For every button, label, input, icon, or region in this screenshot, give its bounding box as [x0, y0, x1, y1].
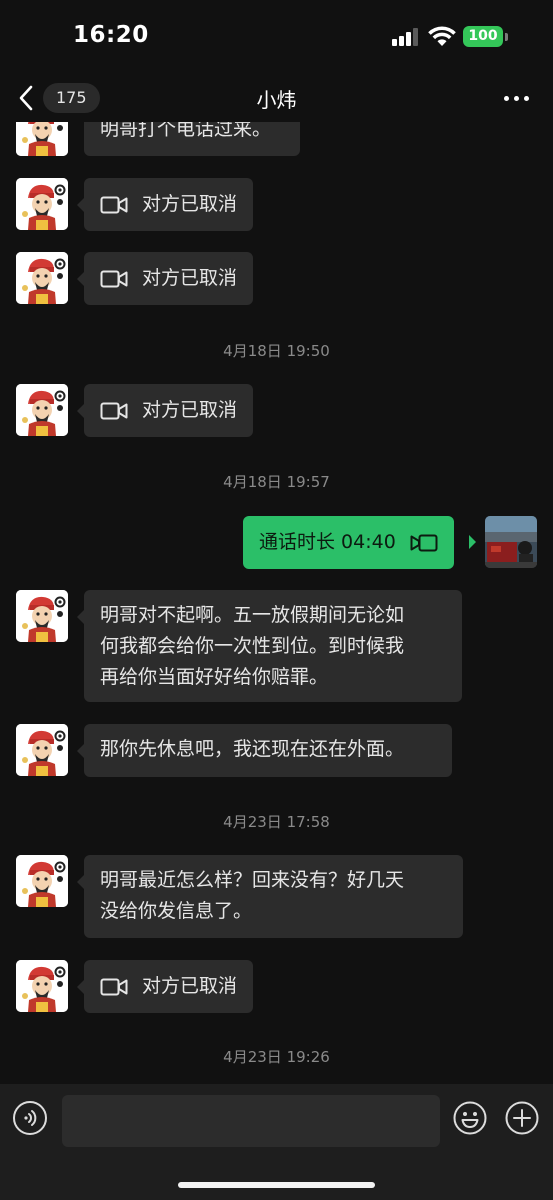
video-camera-icon — [100, 402, 128, 419]
call-status-text: 对方已取消 — [142, 975, 238, 997]
video-camera-icon — [100, 270, 128, 287]
call-status-text: 对方已取消 — [142, 399, 238, 421]
contact-avatar[interactable] — [16, 724, 68, 776]
battery-tip — [505, 33, 508, 41]
more-options-button[interactable] — [500, 88, 534, 108]
message-text: 明哥打个电话过来。 — [100, 122, 272, 140]
message-bubble[interactable]: 明哥打个电话过来。 — [84, 122, 300, 156]
contact-avatar[interactable] — [16, 178, 68, 230]
message-text-line: 再给你当面好好给你赔罪。 — [100, 666, 329, 688]
contact-avatar[interactable] — [16, 960, 68, 1012]
smiley-icon — [453, 1101, 487, 1135]
voice-input-icon — [24, 1110, 37, 1126]
message-text: 那你先休息吧，我还现在还在外面。 — [100, 738, 405, 760]
call-record-bubble-sent[interactable]: 通话时长 04:40 — [243, 516, 454, 569]
contact-avatar[interactable] — [16, 384, 68, 436]
cellular-signal-icon — [392, 28, 422, 46]
message-list[interactable]: 明哥打个电话过来。 对方已取消 对方已取消 4月18日 19:50 对方已取消 … — [0, 122, 553, 1084]
message-text-line: 明哥对不起啊。五一放假期间无论如 — [100, 604, 405, 626]
voice-input-button[interactable] — [13, 1101, 47, 1135]
message-text-line: 何我都会给你一次性到位。到时候我 — [100, 635, 405, 657]
contact-avatar[interactable] — [16, 590, 68, 642]
emoji-button[interactable] — [453, 1101, 487, 1139]
chat-title: 小炜 — [256, 88, 297, 112]
more-dots-icon — [504, 96, 509, 101]
message-bubble[interactable]: 明哥最近怎么样？回来没有？好几天 没给你发信息了。 — [84, 855, 463, 938]
message-text-line: 没给你发信息了。 — [100, 900, 253, 922]
video-camera-icon — [100, 196, 128, 213]
call-duration-text: 通话时长 04:40 — [259, 531, 396, 553]
my-avatar[interactable] — [485, 516, 537, 568]
call-record-bubble[interactable]: 对方已取消 — [84, 252, 254, 305]
home-indicator[interactable] — [178, 1182, 375, 1188]
plus-icon — [505, 1101, 539, 1135]
message-input[interactable] — [62, 1095, 440, 1147]
call-record-bubble[interactable]: 对方已取消 — [84, 960, 254, 1013]
message-bubble[interactable]: 明哥对不起啊。五一放假期间无论如 何我都会给你一次性到位。到时候我 再给你当面好… — [84, 590, 462, 702]
battery-indicator: 100 — [463, 26, 503, 47]
status-bar: 16:20 100 — [0, 0, 553, 74]
call-status-text: 对方已取消 — [142, 267, 238, 289]
more-functions-button[interactable] — [505, 1101, 539, 1139]
video-camera-icon — [410, 534, 438, 551]
wifi-icon — [428, 26, 456, 46]
message-timestamp: 4月23日 19:26 — [223, 1048, 330, 1066]
message-timestamp: 4月18日 19:57 — [223, 473, 330, 491]
contact-avatar[interactable] — [16, 855, 68, 907]
message-timestamp: 4月23日 17:58 — [223, 813, 330, 831]
call-record-bubble[interactable]: 对方已取消 — [84, 384, 254, 437]
message-bubble[interactable]: 那你先休息吧，我还现在还在外面。 — [84, 724, 452, 777]
call-record-bubble[interactable]: 对方已取消 — [84, 178, 254, 231]
video-camera-icon — [100, 978, 128, 995]
more-dots-icon — [524, 96, 529, 101]
message-timestamp: 4月18日 19:50 — [223, 342, 330, 360]
contact-avatar[interactable] — [16, 252, 68, 304]
more-dots-icon — [514, 96, 519, 101]
call-status-text: 对方已取消 — [142, 193, 238, 215]
status-time: 16:20 — [73, 22, 149, 48]
contact-avatar[interactable] — [16, 122, 68, 156]
message-text-line: 明哥最近怎么样？回来没有？好几天 — [100, 869, 405, 891]
chat-header: 175 小炜 — [0, 74, 553, 122]
